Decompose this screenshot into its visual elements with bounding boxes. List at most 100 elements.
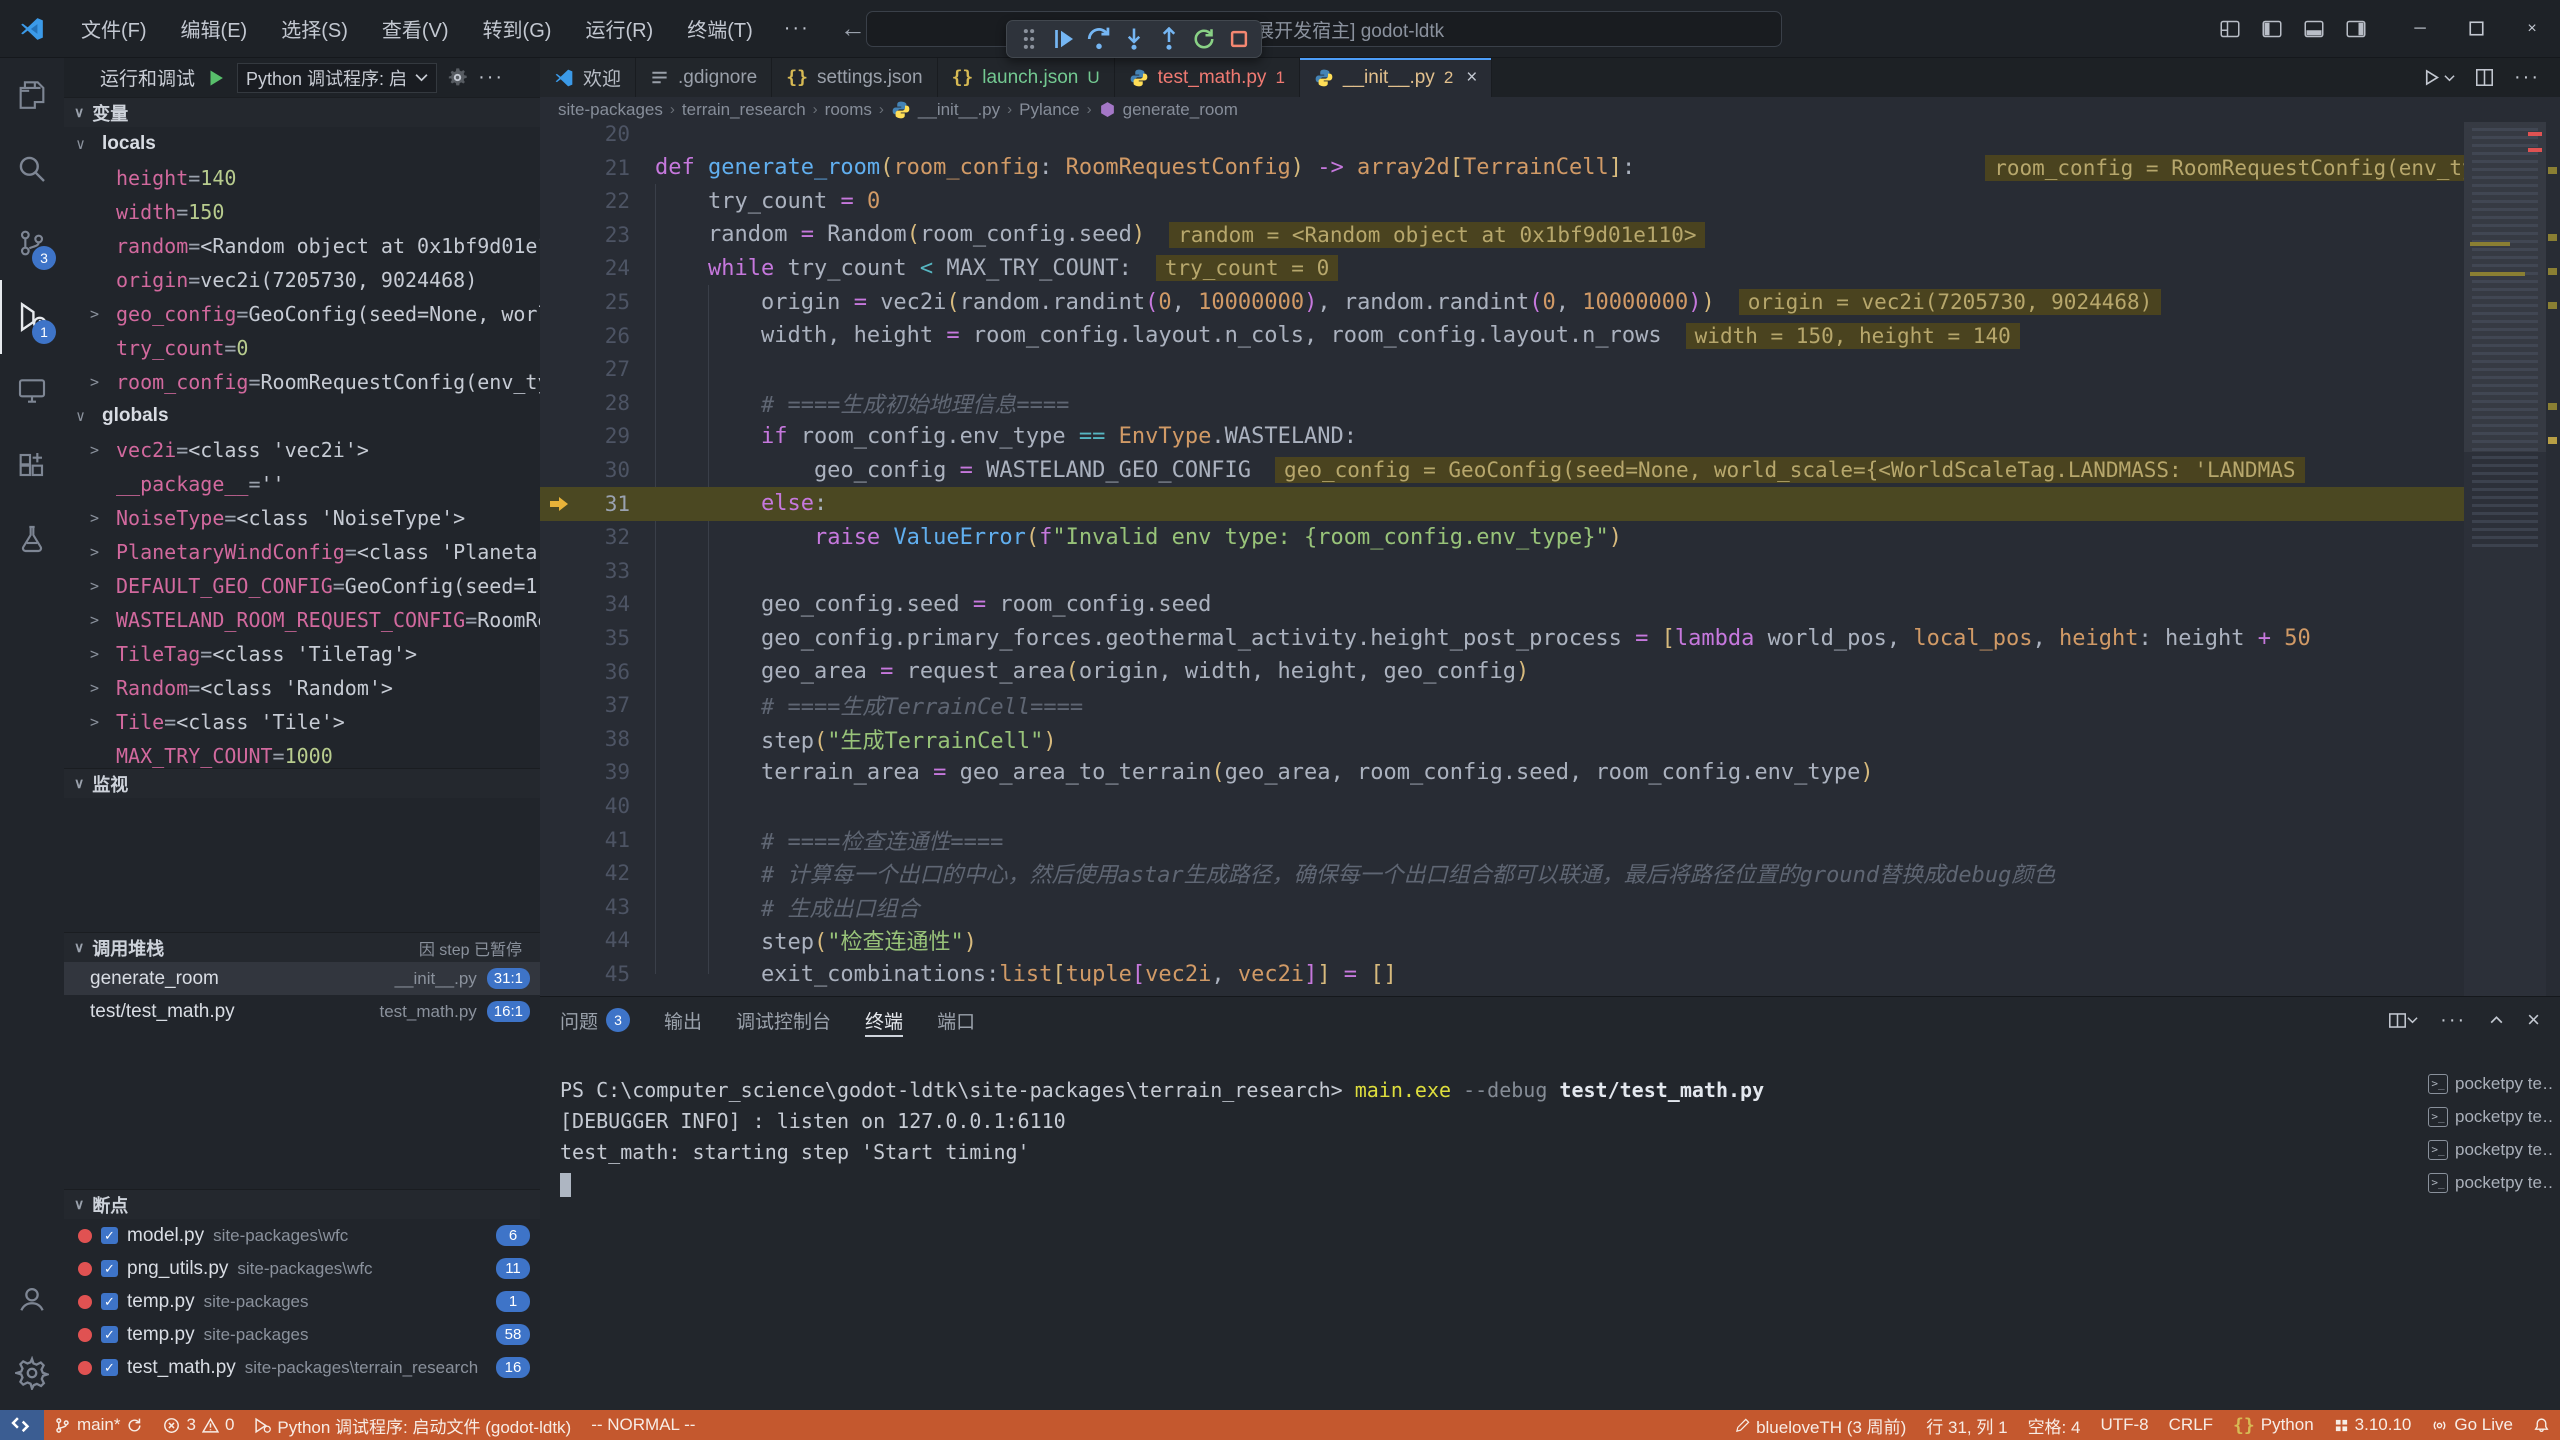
close-panel-icon[interactable]: × <box>2527 1007 2540 1033</box>
menu-g[interactable]: 转到(G) <box>466 0 569 58</box>
debug-step-over-icon[interactable] <box>1085 24 1114 54</box>
menu-r[interactable]: 运行(R) <box>568 0 670 58</box>
more-actions-icon[interactable]: ··· <box>2514 66 2540 89</box>
variable-row[interactable]: >NoiseType = <class 'NoiseType'> <box>64 501 540 535</box>
debug-config-dropdown[interactable]: Python 调试程序: 启 <box>237 63 437 93</box>
status-problems[interactable]: 30 <box>153 1410 244 1440</box>
breakpoints-section-header[interactable]: ∨断点 <box>64 1189 540 1219</box>
terminal-instance[interactable]: >_pocketpy te… <box>2428 1100 2554 1133</box>
status-remote-indicator[interactable] <box>0 1410 44 1440</box>
menu-f[interactable]: 文件(F) <box>64 0 164 58</box>
variable-row[interactable]: >PlanetaryWindConfig = <class 'Planeta <box>64 535 540 569</box>
status-debug-config[interactable]: Python 调试程序: 启动文件 (godot-ldtk) <box>244 1410 581 1440</box>
breadcrumb-item[interactable]: __init__.py <box>918 100 1000 120</box>
menu-t[interactable]: 终端(T) <box>670 0 770 58</box>
callstack-frame[interactable]: test/test_math.pytest_math.py16:1 <box>64 995 540 1028</box>
status-notifications[interactable] <box>2523 1410 2560 1440</box>
variable-row[interactable]: >Random = <class 'Random'> <box>64 671 540 705</box>
variable-row[interactable]: height = 140 <box>64 161 540 195</box>
variable-row[interactable]: >room_config = RoomRequestConfig(env_typ… <box>64 365 540 399</box>
breakpoint-checkbox[interactable]: ✓ <box>101 1293 118 1310</box>
activity-explorer-icon[interactable] <box>0 58 64 132</box>
panel-tab-问题[interactable]: 问题3 <box>560 997 630 1043</box>
more-actions-icon[interactable]: ··· <box>478 66 504 89</box>
variable-row[interactable]: >WASTELAND_ROOM_REQUEST_CONFIG = RoomReq… <box>64 603 540 637</box>
toggle-panel-icon[interactable] <box>2304 19 2324 39</box>
terminal-instance[interactable]: >_pocketpy te… <box>2428 1133 2554 1166</box>
activity-testing-icon[interactable] <box>0 502 64 576</box>
tab-settings.json[interactable]: {}settings.json <box>772 58 937 97</box>
breadcrumb-item[interactable]: terrain_research <box>682 100 806 120</box>
variable-row[interactable]: width = 150 <box>64 195 540 229</box>
tab-.gdignore[interactable]: .gdignore <box>636 58 772 97</box>
tab-__init__.py[interactable]: __init__.py2× <box>1300 58 1492 97</box>
breakpoint-row[interactable]: ✓png_utils.pysite-packages\wfc11 <box>64 1252 540 1285</box>
customize-layout-icon[interactable] <box>2220 19 2240 39</box>
window-minimize-button[interactable]: ─ <box>2392 0 2448 58</box>
callstack-section-header[interactable]: ∨调用堆栈 因 step 已暂停 <box>64 932 540 962</box>
terminal-instance[interactable]: >_pocketpy te… <box>2428 1067 2554 1100</box>
variable-row[interactable]: __package__ = '' <box>64 467 540 501</box>
panel-tab-端口[interactable]: 端口 <box>937 997 975 1043</box>
menu-overflow[interactable]: ··· <box>770 17 824 40</box>
status-python-version[interactable]: 3.10.10 <box>2324 1410 2422 1440</box>
panel-tab-调试控制台[interactable]: 调试控制台 <box>736 997 831 1043</box>
breakpoint-checkbox[interactable]: ✓ <box>101 1326 118 1343</box>
debug-step-out-icon[interactable] <box>1154 24 1183 54</box>
activity-extensions-icon[interactable] <box>0 428 64 502</box>
breakpoint-row[interactable]: ✓test_math.pysite-packages\terrain_resea… <box>64 1351 540 1380</box>
activity-accounts-icon[interactable] <box>0 1262 64 1336</box>
variables-section-header[interactable]: ∨变量 <box>64 97 540 127</box>
breadcrumb-item[interactable]: rooms <box>825 100 872 120</box>
activity-remote-explorer-icon[interactable] <box>0 354 64 428</box>
variable-scope-row[interactable]: ∨globals <box>64 399 540 433</box>
variable-row[interactable]: >DEFAULT_GEO_CONFIG = GeoConfig(seed=1 <box>64 569 540 603</box>
breakpoint-row[interactable]: ✓model.pysite-packages\wfc6 <box>64 1219 540 1252</box>
variable-row[interactable]: origin = vec2i(7205730, 9024468) <box>64 263 540 297</box>
variable-row[interactable]: >geo_config = GeoConfig(seed=None, world… <box>64 297 540 331</box>
status-git-blame[interactable]: blueloveTH (3 周前) <box>1725 1410 1916 1440</box>
status-language-mode[interactable]: {}Python <box>2223 1410 2324 1440</box>
status-eol[interactable]: CRLF <box>2159 1410 2223 1440</box>
breadcrumb-item[interactable]: site-packages <box>558 100 663 120</box>
breakpoint-checkbox[interactable]: ✓ <box>101 1260 118 1277</box>
breadcrumb[interactable]: site-packages›terrain_research›rooms›__i… <box>540 97 2560 122</box>
debug-continue-icon[interactable] <box>1050 24 1079 54</box>
window-close-button[interactable]: × <box>2504 0 2560 58</box>
status-encoding[interactable]: UTF-8 <box>2090 1410 2158 1440</box>
status-git-branch[interactable]: main* <box>44 1410 153 1440</box>
debug-drag-handle-icon[interactable] <box>1015 24 1044 54</box>
toggle-sidebar-icon[interactable] <box>2262 19 2282 39</box>
status-indentation[interactable]: 空格: 4 <box>2018 1410 2091 1440</box>
breadcrumb-item[interactable]: generate_room <box>1123 100 1238 120</box>
run-python-file-button[interactable] <box>2422 68 2455 87</box>
breakpoint-row[interactable]: ✓temp.pysite-packages1 <box>64 1285 540 1318</box>
window-maximize-button[interactable] <box>2448 0 2504 58</box>
code-editor[interactable]: 2021def generate_room(room_config: RoomR… <box>540 122 2560 996</box>
tab-[interactable]: 欢迎 <box>540 58 636 97</box>
minimap[interactable] <box>2464 122 2546 996</box>
close-icon[interactable]: × <box>1466 67 1477 89</box>
activity-run-debug-icon[interactable]: 1 <box>0 280 64 354</box>
terminal-instance[interactable]: >_pocketpy te… <box>2428 1166 2554 1199</box>
variable-row[interactable]: MAX_TRY_COUNT = 1000 <box>64 739 540 768</box>
debug-step-into-icon[interactable] <box>1120 24 1149 54</box>
panel-tab-输出[interactable]: 输出 <box>664 997 702 1043</box>
debug-restart-icon[interactable] <box>1189 24 1218 54</box>
variable-row[interactable]: >Tile = <class 'Tile'> <box>64 705 540 739</box>
variable-row[interactable]: >vec2i = <class 'vec2i'> <box>64 433 540 467</box>
command-center-search[interactable]: [扩展开发宿主] godot-ldtk <box>866 11 1782 47</box>
breakpoint-checkbox[interactable]: ✓ <box>101 1359 118 1376</box>
variable-scope-row[interactable]: ∨locals <box>64 127 540 161</box>
status-vim-mode[interactable]: -- NORMAL -- <box>581 1410 705 1440</box>
tab-test_math.py[interactable]: test_math.py1 <box>1115 58 1300 97</box>
menu-s[interactable]: 选择(S) <box>264 0 365 58</box>
breakpoint-checkbox[interactable]: ✓ <box>101 1227 118 1244</box>
more-actions-icon[interactable]: ··· <box>2440 1009 2466 1032</box>
split-editor-button[interactable] <box>2475 68 2494 87</box>
activity-search-icon[interactable] <box>0 132 64 206</box>
maximize-panel-icon[interactable] <box>2488 1012 2505 1029</box>
variable-row[interactable]: random = <Random object at 0x1bf9d01e110… <box>64 229 540 263</box>
debug-stop-icon[interactable] <box>1224 24 1253 54</box>
menu-v[interactable]: 查看(V) <box>365 0 466 58</box>
